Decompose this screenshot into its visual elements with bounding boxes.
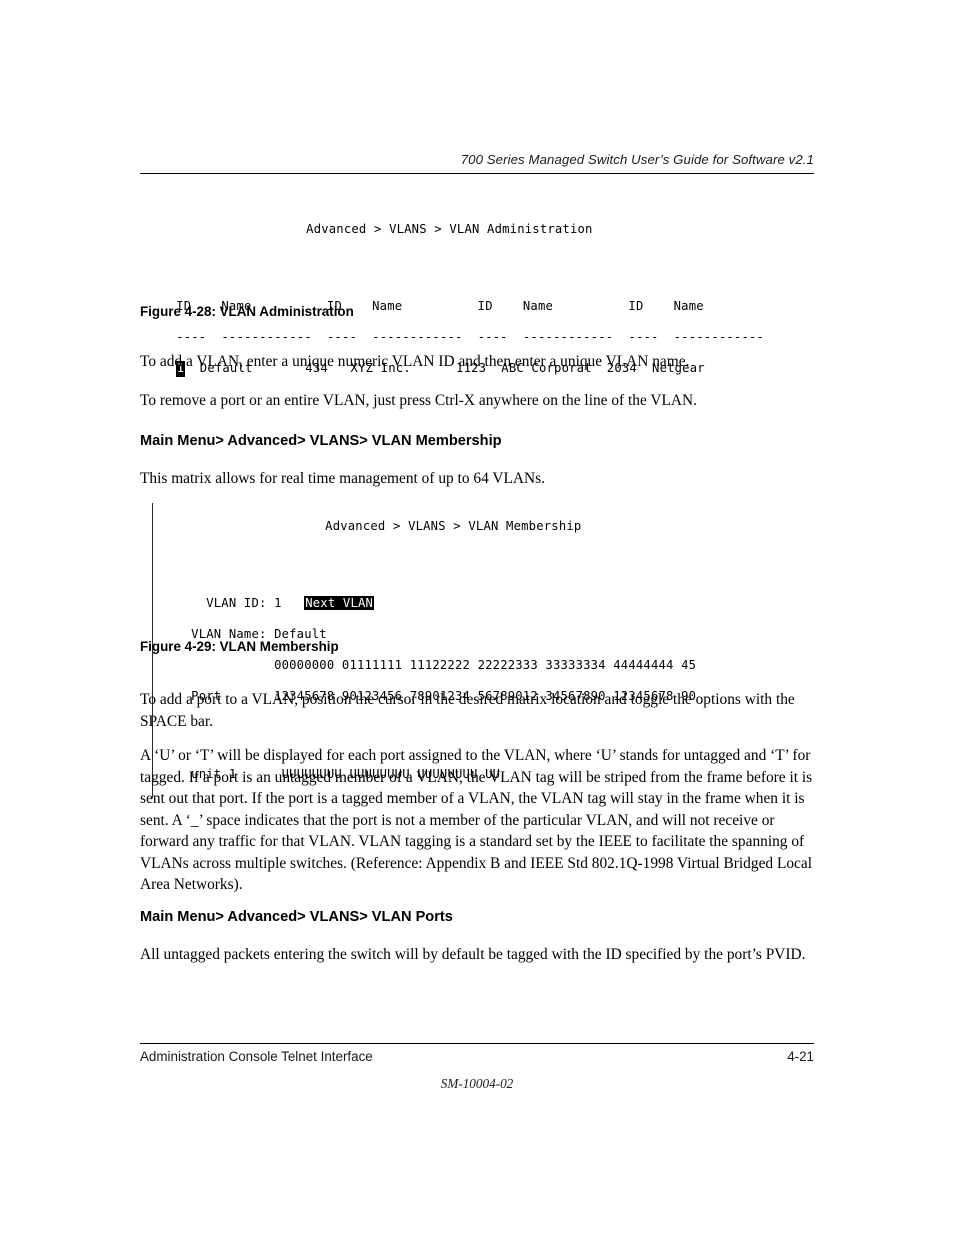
page-header: 700 Series Managed Switch User’s Guide f… [140, 152, 814, 174]
figure-caption-4-29: Figure 4-29: VLAN Membership [140, 639, 339, 654]
heading-vlan-ports: Main Menu> Advanced> VLANS> VLAN Ports [140, 909, 453, 925]
page-footer: Administration Console Telnet Interface … [140, 1049, 814, 1064]
document-page: 700 Series Managed Switch User’s Guide f… [0, 0, 954, 1235]
vlan-id-label: VLAN ID: [191, 596, 267, 610]
running-title: 700 Series Managed Switch User’s Guide f… [460, 152, 814, 167]
paragraph-add-port: To add a port to a VLAN, position the cu… [140, 691, 795, 730]
vlan-table-separator: ---- ------------ ---- ------------ ----… [176, 330, 765, 344]
footer-section-title: Administration Console Telnet Interface [140, 1049, 373, 1064]
header-divider [140, 173, 814, 174]
port-number-tens-row: 00000000 01111111 11122222 22222333 3333… [191, 658, 697, 672]
paragraph-tagging-explanation: A ‘U’ or ‘T’ will be displayed for each … [140, 747, 813, 893]
terminal-breadcrumb-administration: Advanced > VLANS > VLAN Administration [306, 221, 593, 236]
vlan-id-value[interactable]: 1 [267, 596, 305, 610]
page-number: 4-21 [787, 1049, 814, 1064]
footer-divider [140, 1043, 814, 1044]
paragraph-add-vlan: To add a VLAN, enter a unique numeric VL… [140, 353, 690, 370]
paragraph-pvid: All untagged packets entering the switch… [140, 946, 806, 963]
terminal-breadcrumb-membership: Advanced > VLANS > VLAN Membership [325, 518, 582, 533]
figure-caption-4-28: Figure 4-28: VLAN Administration [140, 304, 354, 319]
paragraph-matrix-intro: This matrix allows for real time managem… [140, 470, 545, 487]
next-vlan-button[interactable]: Next VLAN [304, 596, 375, 610]
paragraph-remove-vlan: To remove a port or an entire VLAN, just… [140, 392, 697, 409]
document-identifier: SM-10004-02 [440, 1076, 514, 1091]
heading-vlan-membership: Main Menu> Advanced> VLANS> VLAN Members… [140, 433, 502, 449]
